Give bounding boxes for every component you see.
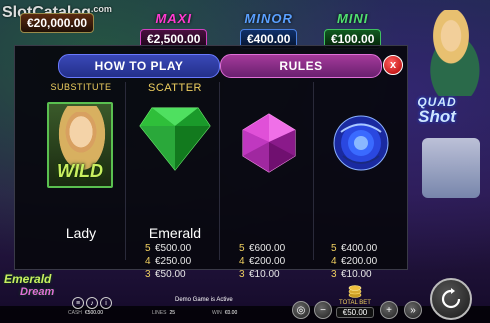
close-icon: x [389,59,397,71]
jackpot-grand-value: €20,000.00 [20,13,95,33]
coins-icon [348,285,362,298]
pay-row: 3 €10.00 [239,269,280,280]
pay-row: 3 €50.00 [145,269,186,280]
symbol-column-pink-gem: 5 €600.00 4 €200.00 3 €10.00 [225,82,314,280]
pay-row: 3 €10.00 [331,269,372,280]
spin-arrow-icon [441,288,461,309]
character-portrait [412,10,490,96]
jackpot-minor: MINOR €400.00 [240,10,298,49]
lines-readout: LINES 25 [152,310,176,316]
bet-increase-button[interactable]: + [380,301,398,319]
jackpot-minor-label: MINOR [244,11,293,26]
total-bet: TOTAL BET €50.00 [336,300,374,320]
pay-row: 4 €250.00 [145,256,192,267]
emerald-gem-icon [139,107,211,171]
paytable-values: 5 €400.00 4 €200.00 3 €10.00 [331,242,377,281]
symbol-column-lady: SUBSTITUTE WILD Lady [37,82,126,260]
wild-lady-symbol: WILD [47,102,113,188]
cash-readout: CASH €500.00 [68,310,103,316]
jackpot-maxi-label: MAXI [155,11,192,26]
plus-icon: + [386,304,392,316]
symbol-caption: SUBSTITUTE [50,82,112,92]
jackpot-mini: MINI €100.00 [324,10,382,49]
jackpot-mini-label: MINI [336,11,369,26]
close-button[interactable]: x [383,55,403,75]
symbol-caption: SCATTER [147,82,203,94]
menu-icon: ≡ [75,299,81,307]
symbol-column-blue-gem: 5 €400.00 4 €200.00 3 €10.00 [317,82,405,280]
tab-how-to-play[interactable]: HOW TO PLAY [58,54,220,78]
sound-button[interactable]: ♪ [86,297,98,309]
menu-button[interactable]: ≡ [72,297,84,309]
blue-rose-gem-icon [333,115,389,171]
speaker-icon: ♪ [90,299,94,307]
pay-row: 4 €200.00 [239,256,286,267]
tab-rules[interactable]: RULES [220,54,382,78]
spin-button[interactable] [430,278,472,320]
pink-gem-icon [242,113,296,173]
wild-badge: WILD [57,161,103,181]
demo-status: Demo Game is Active [175,297,233,303]
pay-row: 5 €400.00 [331,243,378,254]
pay-row: 5 €500.00 [145,243,192,254]
autoplay-icon: ◎ [296,304,306,316]
fast-forward-icon: » [410,304,416,316]
symbol-name: Emerald [148,225,202,241]
paytable-modal: HOW TO PLAY RULES x SUBSTITUTE WILD Lady… [14,45,408,280]
info-icon: i [105,299,107,307]
total-bet-value: €50.00 [336,307,374,318]
paytable-values: 5 €500.00 4 €250.00 3 €50.00 [145,242,191,281]
minus-icon: − [320,304,326,316]
win-readout: WIN €0.00 [212,310,238,316]
jackpot-maxi: MAXI €2,500.00 [140,10,208,49]
bet-decrease-button[interactable]: − [314,301,332,319]
autoplay-button[interactable]: ◎ [292,301,310,319]
info-button[interactable]: i [100,297,112,309]
max-bet-button[interactable]: » [404,301,422,319]
jackpot-bar: €20,000.00 MAXI €2,500.00 MINOR €400.00 … [0,0,410,49]
symbol-column-emerald: SCATTER Emerald 5 €500.00 4 €250.00 3 €50.0… [131,82,220,280]
quad-shot-logo: QUAD Shot [417,94,457,126]
pay-row: 4 €200.00 [331,256,378,267]
pay-row: 5 €600.00 [239,243,286,254]
symbol-name: Lady [65,225,97,241]
jackpot-grand: €20,000.00 [20,12,95,46]
paytable-values: 5 €600.00 4 €200.00 3 €10.00 [239,242,285,281]
lady-face [63,112,99,156]
total-bet-label: TOTAL BET [339,300,371,306]
side-reel-preview [422,138,480,198]
